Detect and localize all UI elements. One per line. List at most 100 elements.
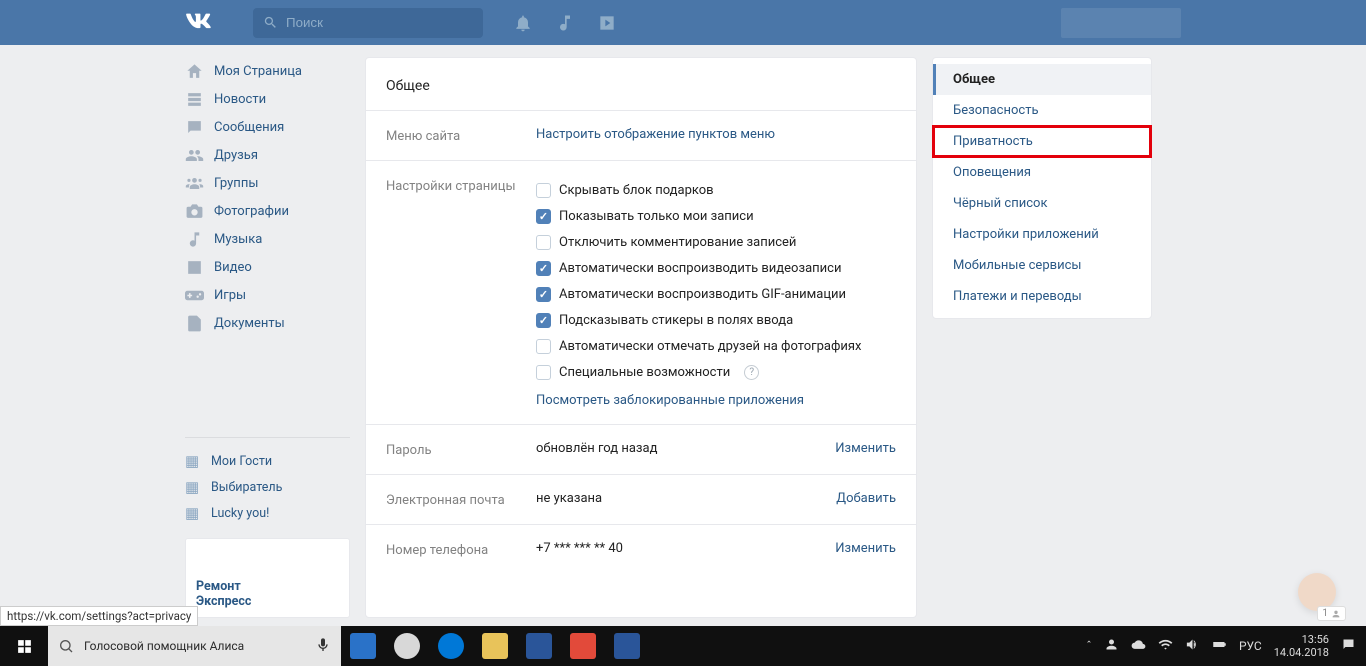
checkbox-label: Подсказывать стикеры в полях ввода	[559, 313, 793, 328]
checkbox-label: Показывать только мои записи	[559, 209, 754, 224]
settings-tab-payments[interactable]: Платежи и переводы	[933, 281, 1151, 312]
nav-label: Фотографии	[214, 204, 289, 219]
tray-battery-icon[interactable]	[1212, 637, 1227, 655]
checkbox[interactable]	[536, 209, 551, 224]
settings-panel: Общее Меню сайта Настроить отображение п…	[365, 57, 917, 618]
app-vibiratel[interactable]: ▦Выбиратель	[185, 474, 350, 500]
app-guests[interactable]: ▦Мои Гости	[185, 448, 350, 474]
section-title: Общее	[366, 58, 916, 110]
profile-menu[interactable]	[1061, 8, 1181, 38]
checkbox[interactable]	[536, 261, 551, 276]
app-lucky[interactable]: ▦Lucky you!	[185, 500, 350, 526]
tray-cloud-icon[interactable]	[1131, 637, 1146, 655]
checkbox-row[interactable]: Подсказывать стикеры в полях ввода	[536, 307, 896, 333]
nav-games[interactable]: Игры	[185, 281, 350, 309]
nav-friends[interactable]: Друзья	[185, 141, 350, 169]
row-password: Пароль обновлён год назад Изменить	[366, 424, 916, 474]
blocked-apps-link[interactable]: Посмотреть заблокированные приложения	[536, 393, 804, 408]
nav-label: Игры	[214, 288, 246, 303]
nav-label: Группы	[214, 176, 258, 191]
nav-groups[interactable]: Группы	[185, 169, 350, 197]
nav-docs[interactable]: Документы	[185, 309, 350, 337]
taskbar-app[interactable]	[605, 626, 649, 666]
nav-news[interactable]: Новости	[185, 85, 350, 113]
separator	[185, 437, 350, 438]
change-password-link[interactable]: Изменить	[835, 441, 896, 458]
tray-clock[interactable]: 13:56 14.04.2018	[1274, 633, 1329, 659]
checkbox-row[interactable]: Показывать только мои записи	[536, 203, 896, 229]
windows-taskbar: Голосовой помощник Алиса ˆ РУС 13:56 14.…	[0, 626, 1366, 666]
nav-my-page[interactable]: Моя Страница	[185, 57, 350, 85]
nav-music[interactable]: Музыка	[185, 225, 350, 253]
row-page-settings: Настройки страницы Скрывать блок подарко…	[366, 160, 916, 424]
tray-up-icon[interactable]: ˆ	[1086, 639, 1092, 653]
taskbar-app[interactable]	[517, 626, 561, 666]
row-value: не указана	[536, 491, 836, 508]
settings-tab-apps[interactable]: Настройки приложений	[933, 219, 1151, 250]
settings-tab-notifications[interactable]: Оповещения	[933, 157, 1151, 188]
chat-count[interactable]: 1	[1317, 606, 1346, 621]
ad-block[interactable]: Ремонт Экспресс	[185, 538, 350, 618]
checkbox[interactable]	[536, 339, 551, 354]
taskbar-apps	[341, 626, 649, 666]
taskbar-app[interactable]	[473, 626, 517, 666]
add-email-link[interactable]: Добавить	[836, 491, 896, 508]
search-box[interactable]	[253, 8, 483, 38]
checkbox[interactable]	[536, 183, 551, 198]
checkbox-row[interactable]: Скрывать блок подарков	[536, 177, 896, 203]
checkbox[interactable]	[536, 313, 551, 328]
tray-lang[interactable]: РУС	[1239, 639, 1262, 653]
settings-tab-security[interactable]: Безопасность	[933, 95, 1151, 126]
taskbar-search-text: Голосовой помощник Алиса	[84, 639, 244, 653]
tray-volume-icon[interactable]	[1185, 637, 1200, 655]
tray-wifi-icon[interactable]	[1158, 637, 1173, 655]
settings-tab-general[interactable]: Общее	[933, 64, 1151, 95]
nav-video[interactable]: Видео	[185, 253, 350, 281]
checkbox[interactable]	[536, 287, 551, 302]
change-phone-link[interactable]: Изменить	[835, 541, 896, 558]
vk-logo[interactable]	[185, 7, 213, 39]
row-value: +7 *** *** ** 40	[536, 541, 835, 558]
nav-photos[interactable]: Фотографии	[185, 197, 350, 225]
settings-tab-blacklist[interactable]: Чёрный список	[933, 188, 1151, 219]
taskbar-search[interactable]: Голосовой помощник Алиса	[48, 626, 341, 666]
configure-menu-link[interactable]: Настроить отображение пунктов меню	[536, 127, 775, 142]
row-label: Номер телефона	[386, 541, 536, 558]
checkbox-row[interactable]: Автоматически воспроизводить GIF-анимаци…	[536, 281, 896, 307]
music-icon[interactable]	[555, 13, 575, 33]
mic-icon[interactable]	[315, 635, 331, 658]
notifications-icon[interactable]	[513, 13, 533, 33]
row-label: Меню сайта	[386, 127, 536, 144]
row-phone: Номер телефона +7 *** *** ** 40 Изменить	[366, 524, 916, 574]
system-tray: ˆ РУС 13:56 14.04.2018	[1076, 633, 1366, 659]
nav-label: Моя Страница	[214, 64, 302, 79]
nav-label: Видео	[214, 260, 252, 275]
tray-people-icon[interactable]	[1104, 637, 1119, 655]
nav-messages[interactable]: Сообщения	[185, 113, 350, 141]
taskbar-app[interactable]	[385, 626, 429, 666]
help-icon[interactable]: ?	[744, 365, 759, 380]
checkbox-row[interactable]: Автоматически отмечать друзей на фотогра…	[536, 333, 896, 359]
topbar-icons	[513, 13, 617, 33]
taskbar-app[interactable]	[561, 626, 605, 666]
tray-notifications-icon[interactable]	[1341, 637, 1356, 655]
checkbox[interactable]	[536, 365, 551, 380]
checkbox-label: Автоматически воспроизводить видеозаписи	[559, 261, 841, 276]
nav-label: Друзья	[214, 148, 258, 163]
checkbox[interactable]	[536, 235, 551, 250]
checkbox-row[interactable]: Специальные возможности?	[536, 359, 896, 385]
nav-label: Музыка	[214, 232, 262, 247]
taskbar-app[interactable]	[341, 626, 385, 666]
settings-tab-mobile[interactable]: Мобильные сервисы	[933, 250, 1151, 281]
settings-tab-privacy[interactable]: Приватность	[933, 126, 1151, 157]
checkbox-label: Отключить комментирование записей	[559, 235, 796, 250]
taskbar-app[interactable]	[429, 626, 473, 666]
checkbox-label: Специальные возможности	[559, 365, 730, 380]
start-button[interactable]	[0, 626, 48, 666]
search-input[interactable]	[286, 15, 463, 30]
checkbox-row[interactable]: Отключить комментирование записей	[536, 229, 896, 255]
nav-label: Сообщения	[214, 120, 284, 135]
nav-label: Новости	[214, 92, 266, 107]
video-icon[interactable]	[597, 13, 617, 33]
checkbox-row[interactable]: Автоматически воспроизводить видеозаписи	[536, 255, 896, 281]
